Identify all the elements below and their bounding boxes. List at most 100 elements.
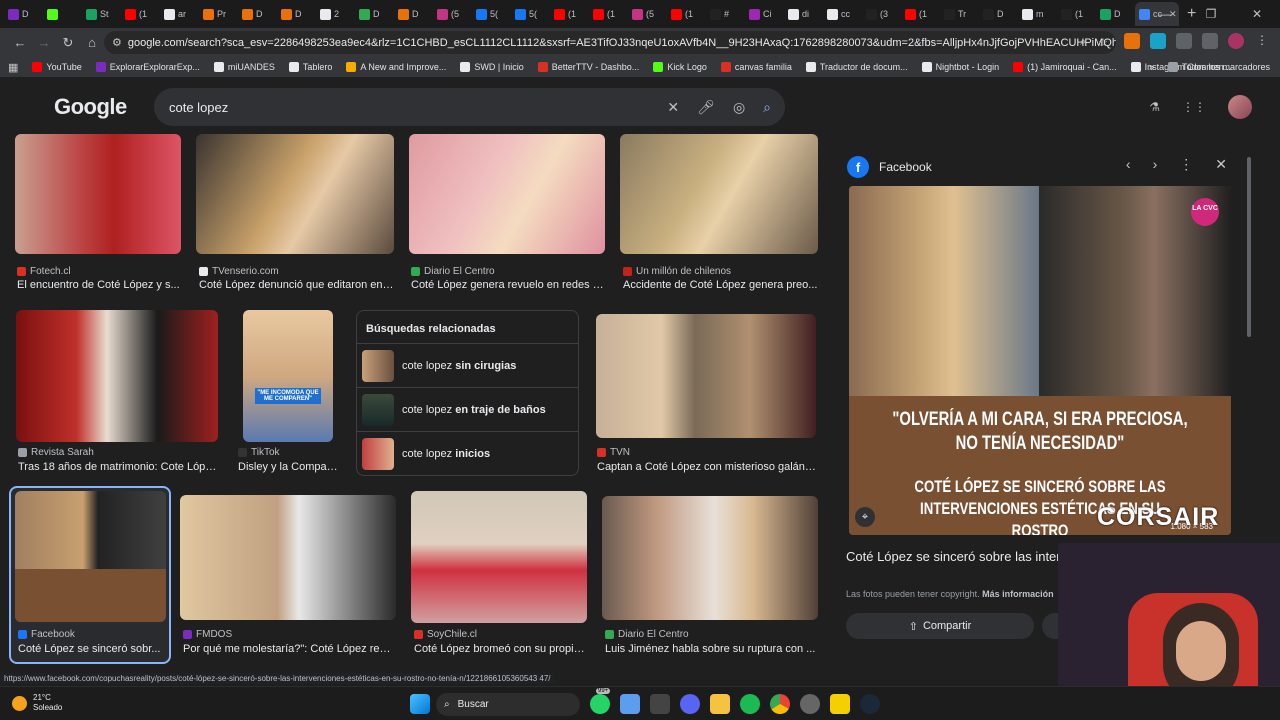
reload-button[interactable]: ↻ bbox=[56, 35, 80, 51]
bookmark-item[interactable]: A New and Improve... bbox=[346, 62, 446, 72]
result-title[interactable]: Captan a Coté López con misterioso galán… bbox=[597, 461, 817, 473]
browser-tab[interactable]: D bbox=[394, 2, 433, 26]
related-item[interactable]: cote lopez en traje de baños bbox=[357, 387, 578, 431]
related-item[interactable]: cote lopez inicios bbox=[357, 431, 578, 475]
lens-icon[interactable]: ◎ bbox=[733, 99, 745, 116]
bookmark-item[interactable]: canvas familia bbox=[720, 62, 792, 72]
result-title[interactable]: Luis Jiménez habla sobre su ruptura con … bbox=[605, 643, 818, 655]
close-window-button[interactable]: ✕ bbox=[1234, 7, 1280, 21]
address-bar[interactable]: ⚙ google.com/search?sca_esv=2286498253ea… bbox=[104, 31, 1116, 54]
whatsapp-icon[interactable]: 99+ bbox=[590, 688, 611, 714]
result-title[interactable]: Accidente de Coté López genera preo... bbox=[623, 279, 818, 291]
labs-icon[interactable]: ⚗ bbox=[1149, 100, 1160, 114]
browser-tab[interactable]: ar bbox=[160, 2, 199, 26]
result-image[interactable] bbox=[196, 134, 394, 254]
windows-start-icon[interactable] bbox=[410, 694, 430, 714]
sidebar-icon[interactable] bbox=[1202, 33, 1218, 49]
browser-tab[interactable]: (5 bbox=[433, 2, 472, 26]
bookmark-item[interactable]: YouTube bbox=[32, 62, 82, 72]
puzzle-icon[interactable] bbox=[1176, 33, 1192, 49]
weather-widget[interactable]: 21°C Soleado bbox=[12, 693, 62, 713]
zoom-icon[interactable]: ⌕ bbox=[1080, 36, 1086, 49]
result-image[interactable] bbox=[602, 496, 818, 620]
bookmark-item[interactable]: Nightbot - Login bbox=[921, 62, 999, 72]
browser-tab[interactable]: St bbox=[82, 2, 121, 26]
bookmark-item[interactable]: (1) Jamiroquai - Can... bbox=[1013, 62, 1117, 72]
browser-tab[interactable]: Tr bbox=[940, 2, 979, 26]
maximize-button[interactable]: ❐ bbox=[1188, 7, 1234, 21]
browser-tab[interactable]: (1 bbox=[550, 2, 589, 26]
browser-tab[interactable]: (1 bbox=[1057, 2, 1096, 26]
browser-tab[interactable]: D bbox=[355, 2, 394, 26]
settings-icon[interactable] bbox=[800, 694, 820, 714]
avatar[interactable] bbox=[1228, 95, 1252, 119]
browser-tab[interactable]: (3 bbox=[862, 2, 901, 26]
discord-icon[interactable] bbox=[680, 694, 700, 714]
bookmark-item[interactable]: miUANDES bbox=[213, 62, 275, 72]
search-box[interactable]: cote lopez ✕ 🎤︎ ◎ ⌕ bbox=[154, 88, 785, 126]
lens-search-icon[interactable]: ⌖ bbox=[855, 507, 875, 527]
all-bookmarks-folder[interactable]: Todos los marcadores bbox=[1167, 62, 1270, 72]
bookmark-item[interactable]: BetterTTV - Dashbo... bbox=[537, 62, 639, 72]
result-title[interactable]: El encuentro de Coté López y s... bbox=[17, 279, 181, 291]
browser-tab[interactable]: cc bbox=[823, 2, 862, 26]
browser-tab[interactable]: D bbox=[238, 2, 277, 26]
voice-search-icon[interactable]: 🎤︎ bbox=[697, 99, 715, 116]
browser-tab[interactable]: D bbox=[1096, 2, 1135, 26]
search-icon[interactable]: ⌕ bbox=[763, 99, 771, 116]
browser-tab[interactable]: (1 bbox=[667, 2, 706, 26]
browser-tab[interactable]: Ci bbox=[745, 2, 784, 26]
browser-tab[interactable]: m bbox=[1018, 2, 1057, 26]
browser-tab[interactable]: (5 bbox=[628, 2, 667, 26]
back-button[interactable]: ← bbox=[8, 35, 32, 50]
browser-tab[interactable]: 5( bbox=[511, 2, 550, 26]
extension-icon[interactable] bbox=[1124, 33, 1140, 49]
browser-tab[interactable]: di bbox=[784, 2, 823, 26]
notes-icon[interactable] bbox=[620, 694, 640, 714]
bookmark-item[interactable]: ExplorarExplorarExp... bbox=[95, 62, 200, 72]
spotify-icon[interactable] bbox=[740, 694, 760, 714]
browser-tab[interactable]: (1 bbox=[589, 2, 628, 26]
site-info-icon[interactable]: ⚙ bbox=[112, 36, 122, 49]
extension-icon[interactable] bbox=[1150, 33, 1166, 49]
more-info-link[interactable]: Más información bbox=[982, 589, 1054, 599]
folder-icon[interactable] bbox=[710, 694, 730, 714]
more-bookmarks-button[interactable]: » bbox=[1149, 62, 1154, 72]
panel-source[interactable]: f Facebook bbox=[847, 156, 932, 178]
browser-tab[interactable]: D bbox=[4, 2, 43, 26]
next-icon[interactable]: › bbox=[1153, 156, 1158, 173]
result-image[interactable]: "ME INCOMODA QUE ME COMPAREN" bbox=[243, 310, 333, 442]
result-image[interactable] bbox=[411, 491, 587, 623]
related-item[interactable]: cote lopez sin cirugias bbox=[357, 343, 578, 387]
xbox-icon[interactable] bbox=[650, 694, 670, 714]
menu-icon[interactable]: ⋮ bbox=[1254, 33, 1270, 49]
browser-tab[interactable]: (1 bbox=[901, 2, 940, 26]
bookmark-item[interactable]: Tablero bbox=[288, 62, 332, 72]
result-title[interactable]: Tras 18 años de matrimonio: Cote Lópe... bbox=[18, 461, 218, 473]
browser-tab[interactable]: D bbox=[979, 2, 1018, 26]
forward-button[interactable]: → bbox=[32, 35, 56, 50]
bookmark-item[interactable]: Kick Logo bbox=[653, 62, 707, 72]
browser-tab[interactable]: # bbox=[706, 2, 745, 26]
taskbar-search[interactable]: ⌕ Buscar bbox=[436, 693, 580, 716]
minimize-button[interactable]: — bbox=[1142, 7, 1188, 21]
browser-tab[interactable]: Pr bbox=[199, 2, 238, 26]
share-button[interactable]: ⇧ Compartir bbox=[846, 613, 1034, 639]
result-image[interactable] bbox=[15, 491, 166, 622]
more-icon[interactable]: ⋮ bbox=[1179, 156, 1193, 173]
browser-tab[interactable] bbox=[43, 2, 82, 26]
bookmark-item[interactable]: SWD | Inicio bbox=[460, 62, 524, 72]
result-title[interactable]: Coté López denunció que editaron ent... bbox=[199, 279, 394, 291]
browser-tab[interactable]: 5( bbox=[472, 2, 511, 26]
browser-tab[interactable]: D bbox=[277, 2, 316, 26]
bookmark-item[interactable]: Traductor de docum... bbox=[805, 62, 908, 72]
result-title[interactable]: Coté López bromeó con su propia... bbox=[414, 643, 586, 655]
profile-icon[interactable] bbox=[1228, 33, 1244, 49]
apps-icon[interactable]: ▦ bbox=[8, 61, 18, 74]
google-logo[interactable]: Google bbox=[54, 94, 127, 120]
result-title[interactable]: Disley y la Compar... bbox=[238, 461, 338, 473]
result-title[interactable]: Coté López genera revuelo en redes s... bbox=[411, 279, 605, 291]
home-button[interactable]: ⌂ bbox=[80, 35, 104, 50]
result-image[interactable] bbox=[620, 134, 818, 254]
search-input[interactable]: cote lopez bbox=[169, 100, 228, 115]
